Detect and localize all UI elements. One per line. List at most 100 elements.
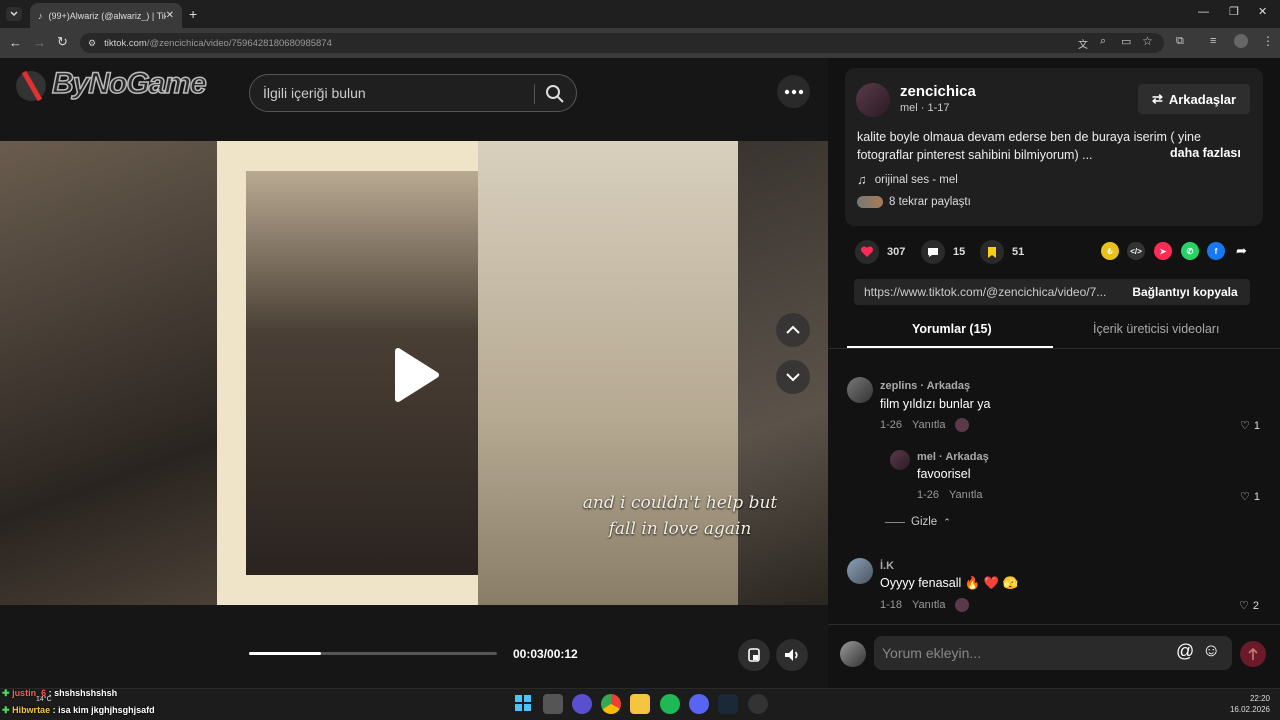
reply-like[interactable]: ♡ 1 [1240,490,1260,504]
reply-button-2[interactable]: Yanıtla [912,599,945,611]
coin-share-icon[interactable]: ₺ [1101,242,1119,260]
play-button[interactable] [392,347,440,403]
reply-avatar[interactable] [890,450,910,470]
friends-button[interactable]: ⇄ Arkadaşlar [1138,84,1250,114]
logo-mark-icon [16,70,46,102]
save-stat[interactable]: 51 [980,240,1024,264]
extensions-icon[interactable]: ⧉ [1176,35,1184,48]
more-options-button[interactable] [777,75,810,108]
translate-icon[interactable]: 文 [1078,36,1088,51]
creator-liked-avatar-2 [955,598,970,612]
creator-liked-avatar [955,418,970,432]
browser-tab-active[interactable]: ♪ (99+)Alwariz (@alwariz_) | TikTo ✕ [30,3,182,28]
caption-line-2: fall in love again [608,519,752,539]
more-link[interactable]: daha fazlası [1170,146,1241,160]
send-to-friend-icon[interactable]: ➤ [1154,242,1172,260]
app-icon[interactable] [748,694,768,714]
reply-reply-button[interactable]: Yanıtla [949,489,982,501]
forward-icon[interactable]: → [33,35,46,50]
restore-icon[interactable]: ❐ [1229,5,1239,18]
video-panel-left [0,141,217,605]
comment-like-2[interactable]: ♡ 2 [1239,599,1259,613]
reply-author-name[interactable]: mel · Arkadaş [917,451,989,463]
comment-like-count-2: 2 [1252,599,1259,612]
like-stat[interactable]: 307 [855,240,905,264]
comment-heart-icon: ♡ [1240,420,1250,432]
reply-button[interactable]: Yanıtla [912,419,945,431]
back-icon[interactable]: ← [9,35,22,50]
comment-like-count: 1 [1253,419,1260,432]
my-avatar[interactable] [840,641,866,667]
browser-menu-icon[interactable]: ⋮ [1262,34,1274,48]
profile-avatar[interactable] [1234,34,1248,48]
tab-creator-videos[interactable]: İçerik üreticisi videoları [1093,322,1219,336]
comment-like[interactable]: ♡ 1 [1240,419,1260,433]
copy-link-button[interactable]: Bağlantıyı kopyala [1120,279,1250,305]
share-link-url[interactable]: https://www.tiktok.com/@zencichica/video… [854,285,1120,299]
comment-input[interactable]: Yorum ekleyin... @ ☺ [874,636,1232,670]
miniplayer-button[interactable] [738,639,770,671]
tab-comments[interactable]: Yorumlar (15) [912,322,992,336]
comment-date-2: 1-18 [880,599,903,611]
copilot-icon[interactable] [572,694,592,714]
steam-icon[interactable] [718,694,738,714]
more-dots-icon [784,89,803,94]
reposts-info[interactable]: 8 tekrar paylaştı [857,196,971,208]
previous-video-button[interactable] [776,313,810,347]
reload-icon[interactable]: ↻ [57,34,68,50]
embed-icon[interactable]: </> [1127,242,1145,260]
reply-text: favoorisel [917,467,971,481]
mention-icon[interactable]: @ [1176,641,1194,662]
comment-date: 1-26 [880,419,903,431]
play-icon [395,348,439,402]
search-icon[interactable] [545,84,565,104]
miniplayer-icon [748,648,760,662]
spotify-icon[interactable] [660,694,680,714]
media-control-icon[interactable]: ≡ [1210,35,1216,47]
cast-icon[interactable]: ▭ [1121,35,1131,48]
bookmark-star-icon[interactable]: ☆ [1142,34,1153,48]
chrome-icon[interactable] [601,694,621,714]
hide-replies-button[interactable]: Gizle ⌃ [885,516,951,528]
music-link[interactable]: ♫ orijinal ses - mel [857,172,958,187]
new-tab-icon[interactable]: + [189,6,197,22]
share-arrow-icon[interactable]: ➦ [1236,243,1247,259]
volume-button[interactable] [776,639,808,671]
commenter-avatar[interactable] [847,377,873,403]
comment-bubble-icon [921,240,945,264]
progress-fill [249,652,321,655]
comment-stat[interactable]: 15 [921,240,965,264]
tab-search-button[interactable] [6,7,22,21]
discord-icon[interactable] [689,694,709,714]
next-video-button[interactable] [776,360,810,394]
commenter-name[interactable]: zeplins · Arkadaş [880,380,970,392]
minimize-icon[interactable]: — [1198,6,1209,18]
author-name[interactable]: zencichica [900,83,976,100]
address-bar[interactable]: ⚙ tiktok.com/@zencichica/video/759642818… [80,33,1164,53]
comment-placeholder: Yorum ekleyin... [882,645,982,661]
emoji-icon[interactable]: ☺ [1202,640,1220,661]
caption-line-1: and i couldn't help but [582,493,778,513]
commenter-name-2[interactable]: İ.K [880,560,894,572]
site-info-icon[interactable]: ⚙ [88,38,96,49]
commenter-avatar-2[interactable] [847,558,873,584]
search-input[interactable]: İlgili içeriği bulun [249,74,577,112]
facebook-icon[interactable]: f [1207,242,1225,260]
tab-close-icon[interactable]: ✕ [166,10,174,21]
post-comment-button[interactable] [1240,641,1266,667]
clock-time: 22:20 [1249,694,1270,703]
arrow-up-icon [1248,647,1258,660]
author-avatar[interactable] [856,83,890,117]
taskbar-clock[interactable]: 22:20 16.02.2026 [1220,693,1270,715]
zoom-icon[interactable]: ⌕ [1100,35,1106,48]
file-explorer-icon[interactable] [630,694,650,714]
window-close-icon[interactable]: ✕ [1258,5,1267,18]
tabs-divider [828,348,1280,349]
comment-meta-2: 1-18 Yanıtla [880,598,970,612]
windows-start-icon[interactable] [514,694,534,714]
whatsapp-icon[interactable]: ✆ [1181,242,1199,260]
task-view-icon[interactable] [543,694,563,714]
hide-label: Gizle [911,516,938,528]
bynogame-logo: ByNoGame [14,62,214,106]
reply-date: 1-26 [917,489,940,501]
